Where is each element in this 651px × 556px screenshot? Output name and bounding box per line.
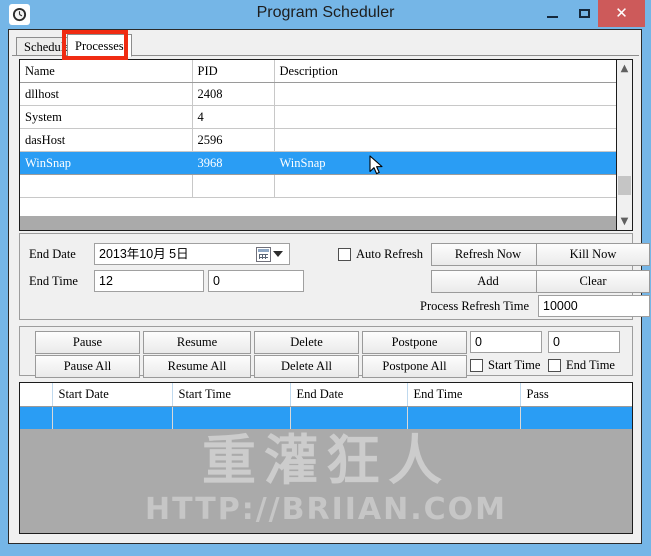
settings-panel: End Date 2013年10月 5日 End Time 12 0 Auto … xyxy=(19,233,650,320)
cell-pid xyxy=(192,174,275,198)
scrollbar-thumb[interactable] xyxy=(618,176,631,195)
program-scheduler-window: Program Scheduler ✕ Schedule Processes N… xyxy=(0,0,651,556)
tab-processes[interactable]: Processes xyxy=(67,34,132,57)
schedule-table: Start Date Start Time End Date End Time … xyxy=(20,383,632,431)
table-row-selected[interactable]: WinSnap 3968 WinSnap xyxy=(20,151,618,175)
table-row[interactable] xyxy=(20,174,618,198)
start-time-label: Start Time xyxy=(488,358,541,372)
date-picker-dropdown[interactable] xyxy=(256,245,290,263)
delete-button[interactable]: Delete xyxy=(254,331,359,354)
table-row[interactable]: dllhost 2408 xyxy=(20,82,618,106)
close-button[interactable]: ✕ xyxy=(598,0,645,27)
add-button[interactable]: Add xyxy=(431,270,545,293)
maximize-icon xyxy=(578,9,590,18)
resume-all-button[interactable]: Resume All xyxy=(143,355,251,378)
cell-start-date xyxy=(52,406,173,431)
process-list[interactable]: Name PID Description dllhost 2408 System… xyxy=(19,59,633,231)
column-header-pass[interactable]: Pass xyxy=(520,383,632,407)
cell-description: WinSnap xyxy=(274,151,618,175)
delete-all-button[interactable]: Delete All xyxy=(254,355,359,378)
process-list-empty-area xyxy=(20,216,617,230)
column-header-end-date[interactable]: End Date xyxy=(290,383,408,407)
column-header-description[interactable]: Description xyxy=(274,60,618,83)
column-header-blank[interactable] xyxy=(20,383,53,407)
client-area: Schedule Processes Name PID Description xyxy=(8,29,650,544)
cell-pid: 3968 xyxy=(192,151,275,175)
postpone-value-1-input[interactable]: 0 xyxy=(470,331,542,353)
process-table-header-row: Name PID Description xyxy=(20,60,618,83)
table-row[interactable]: dasHost 2596 xyxy=(20,128,618,152)
schedule-grid[interactable]: Start Date Start Time End Date End Time … xyxy=(19,382,633,534)
postpone-all-button[interactable]: Postpone All xyxy=(362,355,467,378)
minimize-button[interactable] xyxy=(536,0,568,27)
cell-pid: 4 xyxy=(192,105,275,129)
start-time-checkbox[interactable]: Start Time xyxy=(470,358,540,373)
chevron-down-icon xyxy=(273,251,283,257)
cell-pid: 2408 xyxy=(192,82,275,106)
minimize-icon xyxy=(546,15,558,18)
table-row[interactable]: System 4 xyxy=(20,105,618,129)
kill-now-button[interactable]: Kill Now xyxy=(536,243,650,266)
checkbox-box-icon xyxy=(548,359,561,372)
cell-end-date xyxy=(290,406,408,431)
process-list-scrollbar[interactable]: ▲ ▼ xyxy=(616,60,632,230)
process-refresh-time-label: Process Refresh Time xyxy=(420,299,530,313)
postpone-value-2-input[interactable]: 0 xyxy=(548,331,620,353)
pause-button[interactable]: Pause xyxy=(35,331,140,354)
cell-name: WinSnap xyxy=(20,151,193,175)
cell-pass xyxy=(520,406,632,431)
process-refresh-time-input[interactable]: 10000 xyxy=(538,295,650,317)
process-table: Name PID Description dllhost 2408 System… xyxy=(20,60,618,198)
schedule-header-row: Start Date Start Time End Date End Time … xyxy=(20,383,632,407)
maximize-button[interactable] xyxy=(568,0,600,27)
checkbox-box-icon xyxy=(338,248,351,261)
cell-name: System xyxy=(20,105,193,129)
cell-name: dllhost xyxy=(20,82,193,106)
auto-refresh-checkbox[interactable]: Auto Refresh xyxy=(338,247,423,262)
cell-name: dasHost xyxy=(20,128,193,152)
close-icon: ✕ xyxy=(615,5,628,22)
cell-description xyxy=(274,105,618,129)
end-time-checkbox[interactable]: End Time xyxy=(548,358,615,373)
end-time-label: End Time xyxy=(29,274,78,288)
cell-pid: 2596 xyxy=(192,128,275,152)
scroll-up-icon[interactable]: ▲ xyxy=(617,60,632,77)
cell-blank xyxy=(20,406,53,431)
tab-strip: Schedule Processes xyxy=(12,33,639,57)
column-header-start-date[interactable]: Start Date xyxy=(52,383,173,407)
calendar-icon xyxy=(256,246,271,262)
auto-refresh-label: Auto Refresh xyxy=(356,247,423,261)
title-bar[interactable]: Program Scheduler ✕ xyxy=(0,0,651,29)
end-time-minutes-input[interactable]: 0 xyxy=(208,270,304,292)
postpone-button[interactable]: Postpone xyxy=(362,331,467,354)
schedule-row-selected[interactable] xyxy=(20,406,632,431)
resume-button[interactable]: Resume xyxy=(143,331,251,354)
cell-end-time xyxy=(407,406,521,431)
cell-name xyxy=(20,174,193,198)
scroll-down-icon[interactable]: ▼ xyxy=(617,213,632,230)
cell-description xyxy=(274,174,618,198)
column-header-end-time[interactable]: End Time xyxy=(407,383,521,407)
cell-description xyxy=(274,82,618,106)
schedule-grid-empty-area xyxy=(20,429,632,533)
end-time-hours-input[interactable]: 12 xyxy=(94,270,204,292)
cell-description xyxy=(274,128,618,152)
cell-start-time xyxy=(172,406,291,431)
pause-all-button[interactable]: Pause All xyxy=(35,355,140,378)
actions-panel: Pause Resume Delete Postpone Pause All R… xyxy=(19,326,633,378)
checkbox-box-icon xyxy=(470,359,483,372)
end-time-label: End Time xyxy=(566,358,615,372)
clear-button[interactable]: Clear xyxy=(536,270,650,293)
column-header-pid[interactable]: PID xyxy=(192,60,275,83)
end-date-label: End Date xyxy=(29,247,76,261)
column-header-name[interactable]: Name xyxy=(20,60,193,83)
column-header-start-time[interactable]: Start Time xyxy=(172,383,291,407)
refresh-now-button[interactable]: Refresh Now xyxy=(431,243,545,266)
